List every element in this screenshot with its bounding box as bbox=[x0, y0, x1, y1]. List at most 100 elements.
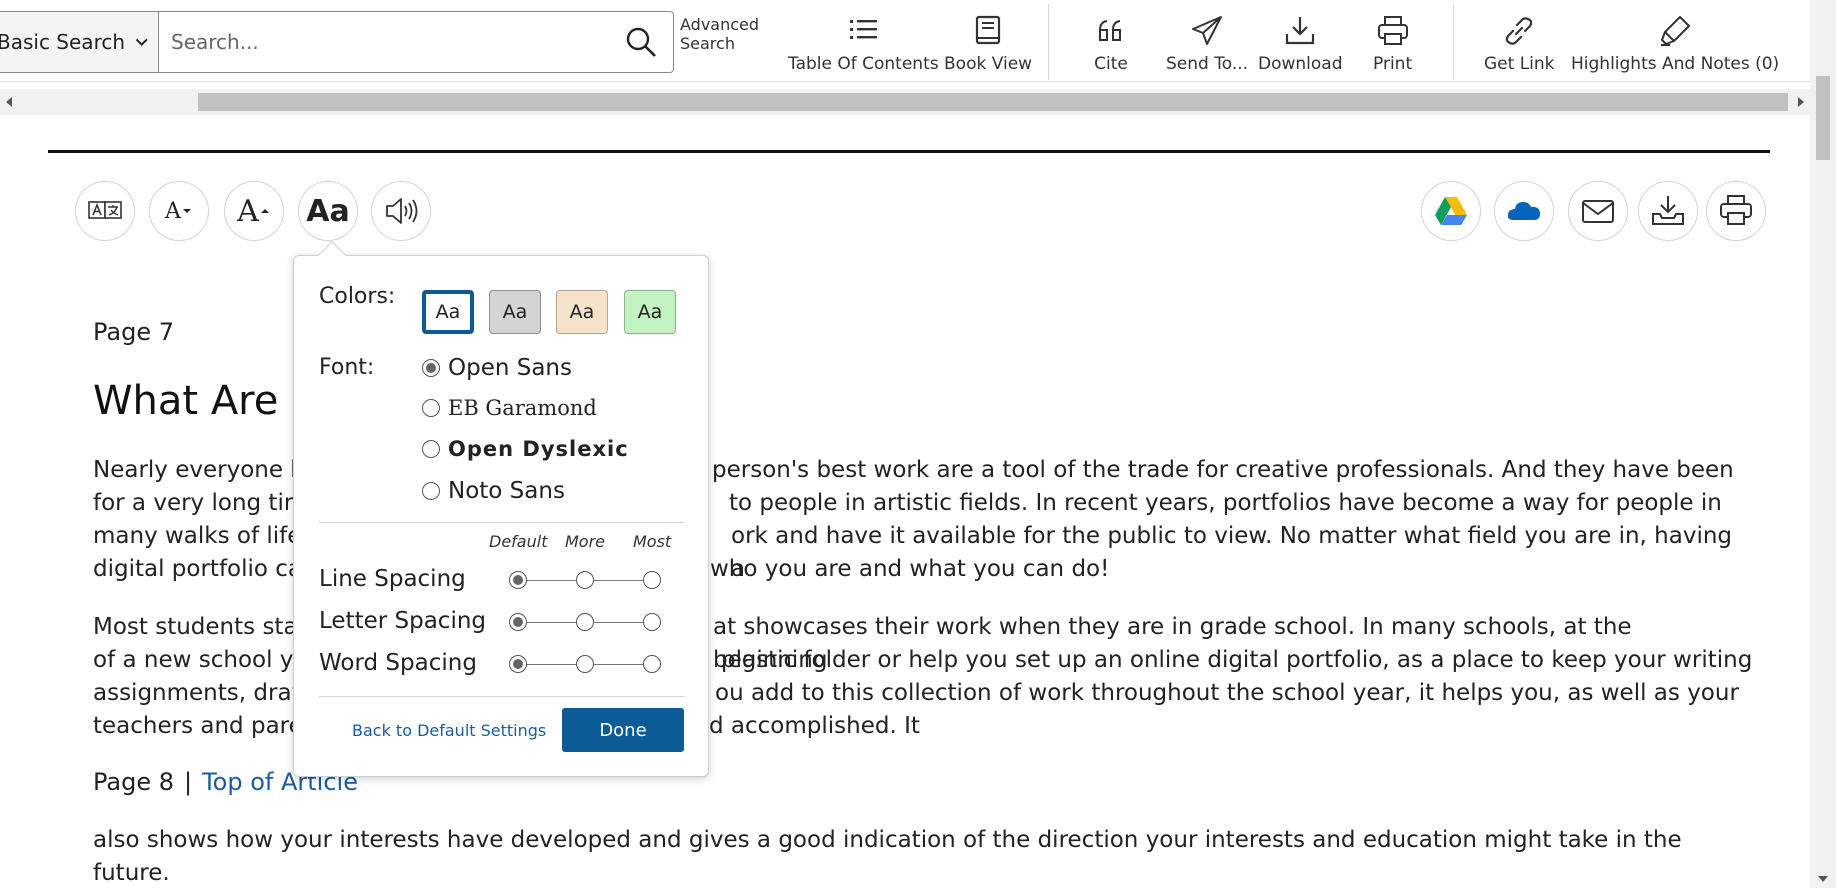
cite-label: Cite bbox=[1094, 54, 1128, 74]
horizontal-scroll-thumb[interactable] bbox=[198, 93, 1788, 111]
color-swatch-white[interactable]: Aa bbox=[422, 290, 474, 334]
highlighter-icon bbox=[1661, 16, 1691, 46]
slider-stop-more[interactable] bbox=[576, 655, 594, 673]
scale-most-label: Most bbox=[633, 532, 672, 551]
download-icon bbox=[1286, 17, 1315, 45]
highlights-notes-button[interactable]: Highlights And Notes (0) bbox=[1571, 14, 1779, 74]
search-input[interactable] bbox=[159, 12, 609, 72]
table-of-contents-button[interactable]: Table Of Contents bbox=[788, 14, 939, 74]
get-link-button[interactable]: Get Link bbox=[1484, 14, 1555, 74]
slider-stop-more[interactable] bbox=[576, 571, 594, 589]
onedrive-button[interactable] bbox=[1494, 181, 1554, 241]
advanced-search-label-2: Search bbox=[680, 34, 735, 53]
horizontal-scrollbar[interactable] bbox=[0, 89, 1810, 115]
download-button[interactable]: Download bbox=[1258, 14, 1343, 74]
radio-open-sans[interactable] bbox=[422, 359, 440, 377]
font-option-eb-garamond[interactable]: EB Garamond bbox=[422, 396, 597, 420]
send-to-label: Send To... bbox=[1166, 54, 1249, 74]
cite-button[interactable]: Cite bbox=[1094, 14, 1128, 74]
table-of-contents-label: Table Of Contents bbox=[788, 54, 939, 74]
increase-font-button[interactable]: A bbox=[224, 181, 284, 241]
get-link-label: Get Link bbox=[1484, 54, 1555, 74]
letter-spacing-slider[interactable] bbox=[509, 613, 661, 633]
list-icon bbox=[850, 20, 878, 39]
display-settings-button[interactable]: Aa bbox=[298, 181, 358, 241]
scroll-right-icon[interactable] bbox=[1798, 97, 1804, 107]
color-swatch-peach[interactable]: Aa bbox=[556, 290, 608, 334]
line-spacing-label: Line Spacing bbox=[319, 566, 466, 592]
page-8-label: Page 8 bbox=[93, 768, 174, 796]
slider-stop-more[interactable] bbox=[576, 613, 594, 631]
print-label: Print bbox=[1373, 54, 1413, 74]
color-swatch-green[interactable]: Aa bbox=[624, 290, 676, 334]
advanced-search-link[interactable]: Advanced Search bbox=[680, 15, 759, 53]
decrease-font-label: A bbox=[165, 198, 181, 224]
google-drive-icon bbox=[1435, 197, 1467, 225]
printer-icon bbox=[1720, 195, 1752, 225]
popover-caret bbox=[317, 240, 347, 270]
font-name: Open Sans bbox=[448, 355, 572, 381]
translate-icon bbox=[88, 201, 122, 219]
page-7-label: Page 7 bbox=[93, 318, 174, 346]
email-button[interactable] bbox=[1568, 181, 1628, 241]
letter-spacing-row: Letter Spacing bbox=[319, 608, 679, 638]
separator: | bbox=[184, 768, 193, 796]
slider-stop-default[interactable] bbox=[509, 613, 527, 631]
word-spacing-slider[interactable] bbox=[509, 655, 661, 675]
font-option-noto-sans[interactable]: Noto Sans bbox=[422, 478, 565, 504]
display-settings-label: Aa bbox=[306, 193, 350, 229]
radio-open-dyslexic[interactable] bbox=[422, 440, 440, 458]
paragraph-3: also shows how your interests have devel… bbox=[93, 827, 1682, 886]
toolbar-divider bbox=[1048, 4, 1049, 80]
font-name: Open Dyslexic bbox=[448, 437, 629, 461]
increase-font-label: A bbox=[237, 193, 259, 229]
paper-plane-icon bbox=[1192, 16, 1223, 45]
search-type-select[interactable]: Basic Search bbox=[0, 12, 159, 72]
popover-divider bbox=[319, 522, 685, 523]
vertical-scrollbar[interactable] bbox=[1810, 0, 1836, 888]
decrease-font-button[interactable]: A bbox=[149, 181, 209, 241]
color-swatch-gray[interactable]: Aa bbox=[489, 290, 541, 334]
search-button[interactable] bbox=[609, 12, 673, 72]
google-drive-button[interactable] bbox=[1421, 181, 1481, 241]
slider-stop-default[interactable] bbox=[509, 571, 527, 589]
scroll-down-icon[interactable] bbox=[1818, 876, 1828, 882]
radio-eb-garamond[interactable] bbox=[422, 399, 440, 417]
printer-icon bbox=[1377, 16, 1408, 45]
download-tray-icon bbox=[1652, 196, 1684, 225]
save-download-button[interactable] bbox=[1638, 181, 1698, 241]
book-view-label: Book View bbox=[944, 54, 1033, 74]
font-option-open-dyslexic[interactable]: Open Dyslexic bbox=[422, 437, 629, 461]
search-type-value: Basic Search bbox=[0, 30, 126, 54]
listen-button[interactable] bbox=[371, 181, 431, 241]
popover-divider bbox=[319, 696, 685, 697]
slider-stop-most[interactable] bbox=[643, 571, 661, 589]
letter-spacing-label: Letter Spacing bbox=[319, 608, 487, 634]
book-view-button[interactable]: Book View bbox=[944, 14, 1032, 74]
font-option-open-sans[interactable]: Open Sans bbox=[422, 355, 572, 381]
search-icon bbox=[626, 27, 656, 57]
line-spacing-slider[interactable] bbox=[509, 571, 661, 591]
scroll-left-icon[interactable] bbox=[6, 97, 12, 107]
slider-stop-most[interactable] bbox=[643, 655, 661, 673]
word-spacing-row: Word Spacing bbox=[319, 650, 679, 680]
quote-icon bbox=[1099, 20, 1121, 41]
translate-button[interactable] bbox=[75, 181, 135, 241]
onedrive-cloud-icon bbox=[1507, 202, 1540, 220]
print-button[interactable]: Print bbox=[1373, 14, 1412, 74]
done-button[interactable]: Done bbox=[562, 708, 684, 752]
send-to-button[interactable]: Send To... bbox=[1166, 14, 1248, 74]
download-label: Download bbox=[1258, 54, 1343, 74]
slider-stop-default[interactable] bbox=[509, 655, 527, 673]
article-title: What Are D bbox=[93, 378, 322, 424]
font-name: Noto Sans bbox=[448, 478, 565, 504]
search-group: Basic Search bbox=[0, 11, 674, 73]
slider-stop-most[interactable] bbox=[643, 613, 661, 631]
vertical-scroll-thumb[interactable] bbox=[1816, 76, 1830, 160]
font-name: EB Garamond bbox=[448, 396, 597, 420]
print-article-button[interactable] bbox=[1706, 181, 1766, 241]
scale-default-label: Default bbox=[489, 532, 548, 551]
radio-noto-sans[interactable] bbox=[422, 482, 440, 500]
reset-default-settings-link[interactable]: Back to Default Settings bbox=[352, 721, 546, 740]
envelope-icon bbox=[1582, 200, 1614, 223]
